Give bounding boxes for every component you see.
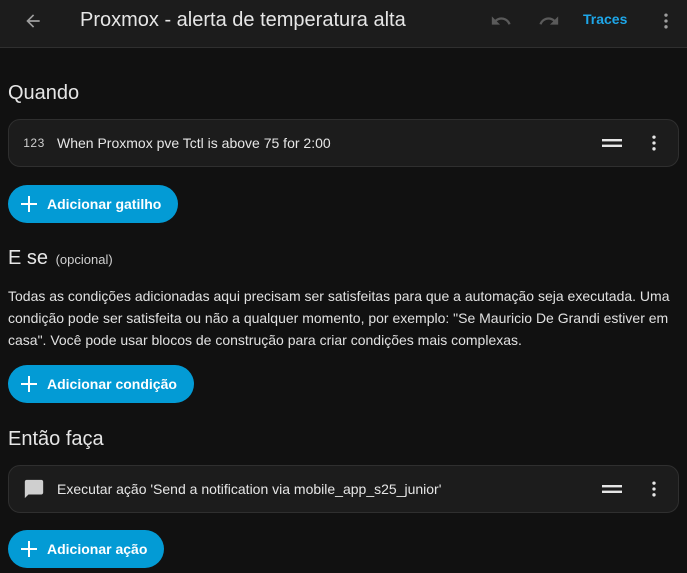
optional-label: (opcional): [55, 252, 113, 267]
dots-vertical-icon: [664, 13, 668, 29]
back-button[interactable]: [16, 4, 50, 38]
conditions-description: Todas as condições adicionadas aqui prec…: [8, 288, 670, 348]
page-title: Proxmox - alerta de temperatura alta: [80, 9, 406, 31]
dots-vertical-icon: [652, 481, 656, 497]
drag-handle[interactable]: [600, 133, 624, 153]
drag-handle[interactable]: [600, 479, 624, 499]
action-card[interactable]: Executar ação 'Send a notification via m…: [8, 465, 679, 513]
redo-icon: [539, 16, 559, 25]
trigger-card[interactable]: 123 When Proxmox pve Tctl is above 75 fo…: [8, 119, 679, 167]
conditions-heading-text: E se: [8, 247, 49, 269]
plus-icon: [20, 375, 38, 393]
dots-vertical-icon: [652, 135, 656, 151]
top-app-bar: Proxmox - alerta de temperatura alta Tra…: [0, 0, 687, 48]
message-icon: [24, 479, 44, 499]
arrow-left-icon: [26, 14, 40, 28]
add-trigger-label: Adicionar gatilho: [47, 196, 162, 212]
add-action-label: Adicionar ação: [47, 541, 148, 557]
actions-heading-text: Então faça: [8, 428, 104, 450]
drag-handle-icon: [602, 485, 622, 493]
conditions-heading: E se (opcional): [8, 247, 113, 270]
redo-button[interactable]: [532, 4, 566, 38]
traces-button[interactable]: Traces: [583, 11, 627, 27]
plus-icon: [20, 540, 38, 558]
plus-icon: [20, 195, 38, 213]
add-condition-button[interactable]: Adicionar condição: [8, 365, 194, 403]
numeric-state-icon: 123: [23, 136, 45, 150]
overflow-menu-button[interactable]: [652, 4, 680, 38]
triggers-heading: Quando: [8, 82, 79, 105]
add-trigger-button[interactable]: Adicionar gatilho: [8, 185, 179, 223]
undo-button[interactable]: [484, 4, 518, 38]
add-condition-label: Adicionar condição: [47, 376, 177, 392]
undo-icon: [491, 16, 511, 25]
trigger-description: When Proxmox pve Tctl is above 75 for 2:…: [57, 135, 331, 151]
action-menu-button[interactable]: [642, 477, 666, 501]
action-description: Executar ação 'Send a notification via m…: [57, 481, 442, 497]
trigger-menu-button[interactable]: [642, 131, 666, 155]
triggers-heading-text: Quando: [8, 82, 80, 104]
actions-heading: Então faça: [8, 428, 104, 451]
action-icon-wrap: [22, 466, 46, 512]
drag-handle-icon: [602, 139, 622, 147]
add-action-button[interactable]: Adicionar ação: [8, 530, 165, 568]
